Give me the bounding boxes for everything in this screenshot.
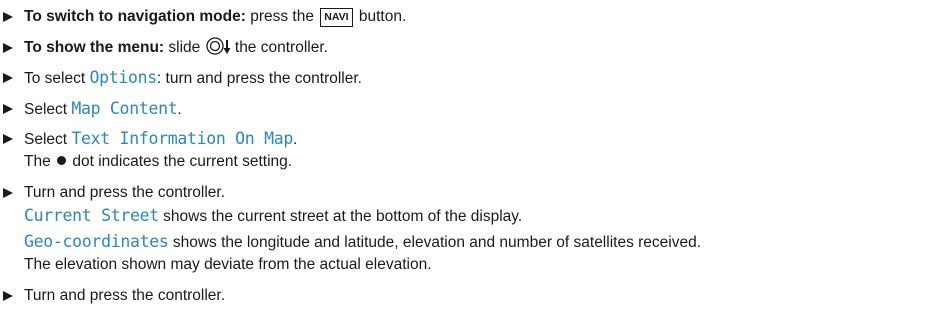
step-text: : turn and press the controller. (156, 70, 362, 87)
bullet-icon (3, 104, 13, 114)
step-text: Select (24, 101, 72, 118)
instruction-page: To switch to navigation mode: press the … (0, 0, 942, 321)
navi-key-icon: NAVI (320, 8, 353, 27)
step-navigation-mode: To switch to navigation mode: press the … (0, 5, 942, 29)
display-text-current-street: Current Street (24, 206, 159, 225)
step-text: the controller. (230, 39, 328, 56)
bullet-icon (3, 43, 13, 53)
bullet-icon (3, 134, 13, 144)
step-turn-press-final: Turn and press the controller. (0, 284, 942, 308)
display-text-geo-coordinates: Geo-coordinates (24, 232, 169, 251)
step-note: The dot indicates the current setting. (24, 153, 293, 170)
display-text-map-content: Map Content (71, 99, 178, 118)
display-text-options: Options (89, 68, 157, 87)
step-text: button. (354, 8, 407, 25)
step-text: . (177, 101, 182, 118)
step-text: slide (164, 39, 201, 56)
step-text: . (292, 131, 298, 148)
step-select-text-information: Select Text Information On Map. (0, 127, 942, 151)
step-text: To select (24, 70, 90, 87)
bullet-icon (3, 291, 13, 301)
step-heading: To switch to navigation mode: (24, 8, 246, 25)
display-text-information-on-map: Text Information On Map (71, 129, 293, 148)
current-street-description: Current Street shows the current street … (24, 206, 523, 225)
bullet-icon (3, 12, 13, 22)
selection-dot-icon (57, 156, 67, 165)
step-heading: To show the menu: (24, 39, 165, 56)
controller-slide-down-icon (205, 37, 230, 55)
step-text: press the (245, 8, 314, 25)
step-text: Turn and press the controller. (24, 287, 226, 304)
step-text: Turn and press the controller. (24, 184, 226, 201)
elevation-note: The elevation shown may deviate from the… (24, 256, 432, 273)
bullet-icon (3, 73, 13, 83)
geo-coordinates-description: Geo-coordinates shows the longitude and … (24, 232, 702, 251)
bullet-icon (3, 188, 13, 198)
step-show-menu: To show the menu: slide the controller. (0, 36, 942, 60)
step-select-map-content: Select Map Content. (0, 97, 942, 121)
step-turn-press: Turn and press the controller. (0, 181, 942, 205)
step-text: Select (24, 131, 72, 148)
step-select-options: To select Options: turn and press the co… (0, 66, 942, 90)
